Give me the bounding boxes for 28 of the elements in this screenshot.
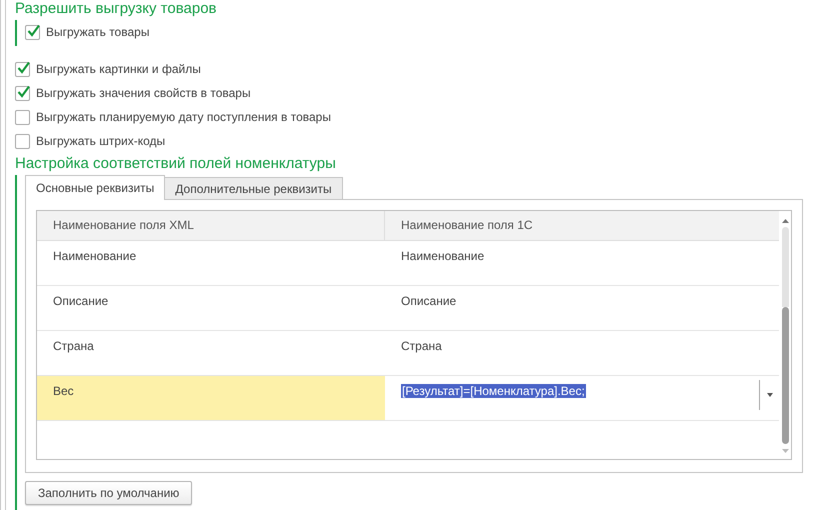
tab[interactable]: Дополнительные реквизиты [164,177,343,199]
checkbox[interactable] [25,24,40,40]
scroll-thumb[interactable] [782,307,788,444]
table-cell[interactable]: Страна [37,331,385,375]
checkbox[interactable] [15,110,30,124]
checkbox-label[interactable]: Выгружать штрих-коды [36,134,166,148]
column-header[interactable]: Наименование поля 1С [385,211,779,240]
checkbox-label[interactable]: Выгружать планируемую дату поступления в товары [36,110,331,124]
section-title: Настройка соответствий полей номенклатуры [15,155,337,173]
table-cell[interactable]: Вес [37,376,385,420]
checkbox-label[interactable]: Выгружать картинки и файлы [36,62,201,76]
tab[interactable]: Основные реквизиты [25,175,166,200]
table-cell[interactable]: Страна [385,331,779,375]
scroll-up-icon[interactable] [782,218,788,224]
checkbox[interactable] [15,62,30,76]
checkbox[interactable] [15,86,30,100]
checkbox[interactable] [15,134,30,148]
table-cell[interactable]: Описание [385,286,779,330]
section-title: Разрешить выгрузку товаров [15,0,218,18]
checkbox-label[interactable]: Выгружать товары [46,25,150,39]
table-cell[interactable]: Описание [37,286,385,330]
dropdown-icon[interactable] [766,393,772,397]
table-cell[interactable]: Наименование [37,241,385,285]
fill-default-button[interactable]: Заполнить по умолчанию [25,481,192,505]
scroll-down-icon[interactable] [782,448,788,454]
checkbox-label[interactable]: Выгружать значения свойств в товары [36,86,251,100]
column-header[interactable]: Наименование поля XML [37,211,385,240]
table-cell[interactable]: Наименование [385,241,779,285]
